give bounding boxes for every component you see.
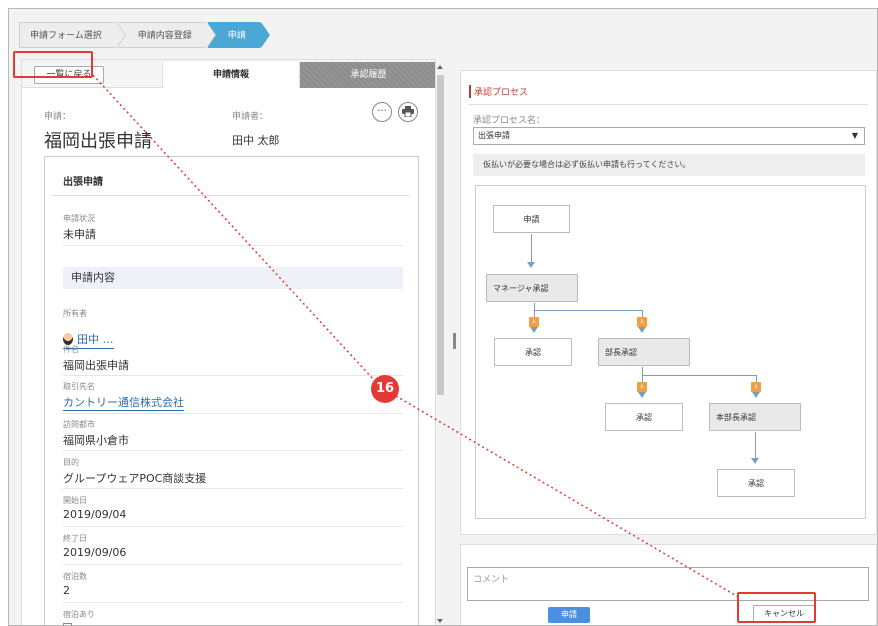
step-number-badge: 16 [371,375,399,403]
annotation-line [92,74,375,381]
annotation-overlay [92,74,741,599]
annotation-line [395,395,741,599]
